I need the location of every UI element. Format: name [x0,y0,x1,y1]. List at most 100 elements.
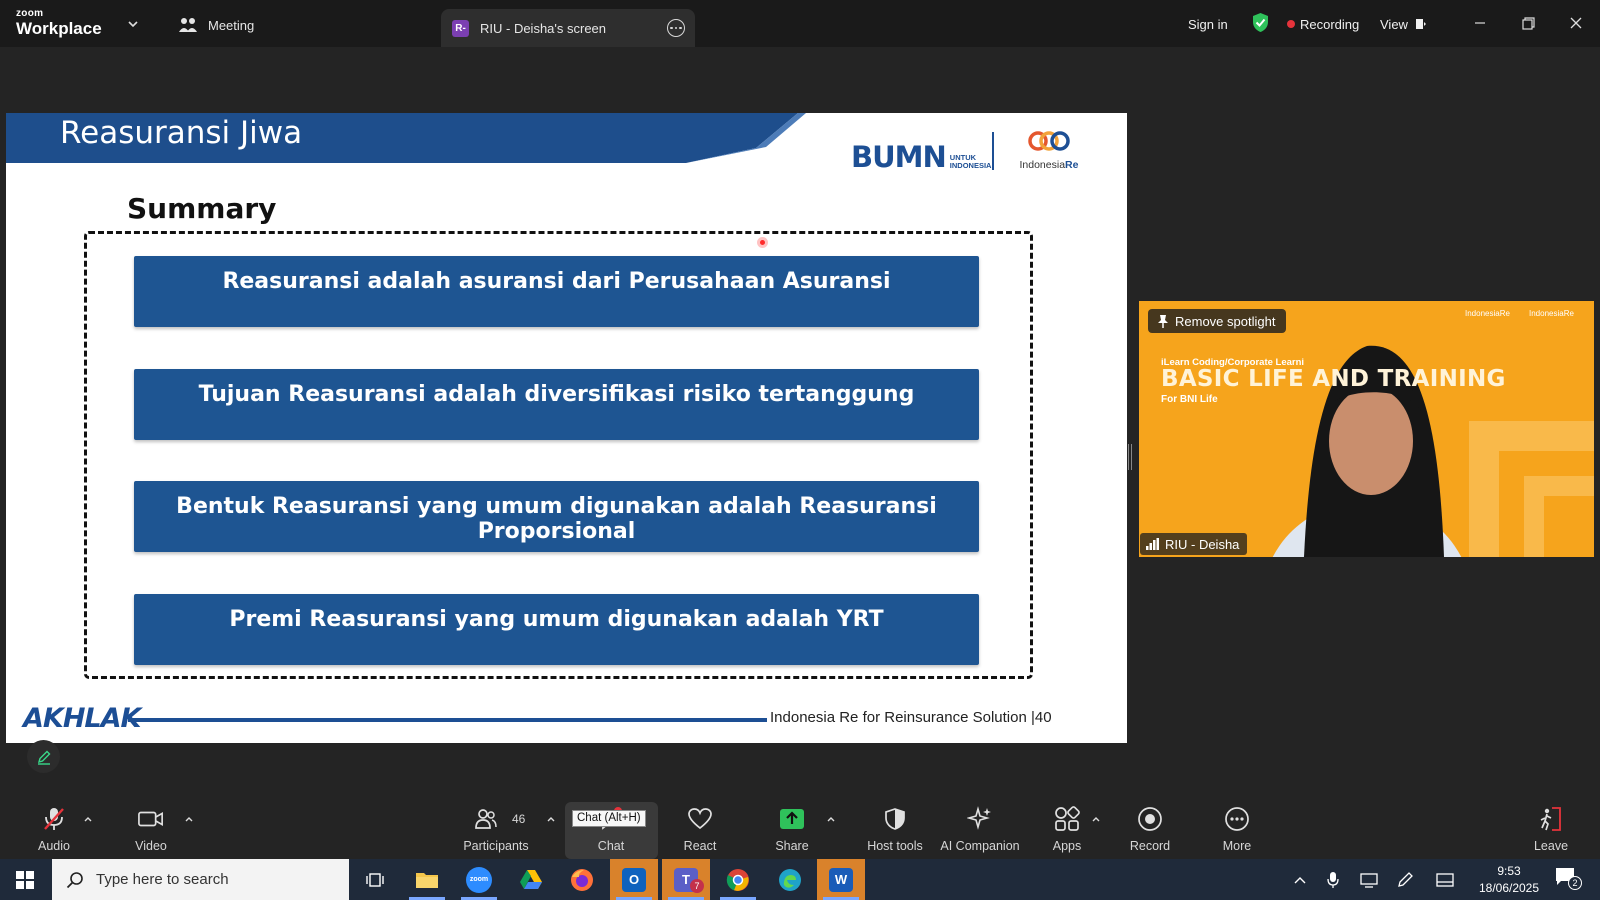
audio-button[interactable]: Audio [14,801,94,859]
more-options-icon[interactable] [667,19,685,37]
google-drive-icon [520,870,542,889]
recording-indicator[interactable]: Recording [1287,14,1359,34]
shield-icon [882,806,908,832]
share-screen-icon [779,806,805,832]
react-button[interactable]: React [660,801,740,859]
video-background-pattern [1272,345,1594,557]
annotate-button[interactable] [27,740,60,773]
search-icon [66,871,83,888]
video-options-caret-icon[interactable] [184,814,194,824]
taskbar-word[interactable]: W [817,859,865,900]
title-bar: zoom Workplace Meeting R- RIU - Deisha's… [0,0,1600,47]
video-button[interactable]: Video [111,801,191,859]
tray-network[interactable] [1356,859,1382,900]
share-button[interactable]: Share [752,801,832,859]
tab-shared-screen[interactable]: R- RIU - Deisha's screen [441,9,695,47]
start-button[interactable] [1,859,49,900]
close-icon [1570,17,1582,29]
tray-pen[interactable] [1392,859,1418,900]
indonesia-re-logo: IndonesiaRe [1006,130,1092,171]
participants-button[interactable]: 46 Participants [456,801,536,859]
taskbar-search-input[interactable]: Type here to search [52,859,349,900]
task-view-icon [366,872,384,887]
tab-meeting[interactable]: Meeting [178,14,254,36]
windows-taskbar: Type here to search zoom O T 7 W 9:53 18… [0,859,1600,900]
view-menu-button[interactable]: View [1380,14,1427,34]
meeting-people-icon [179,18,197,32]
notification-count: 2 [1568,876,1582,890]
notification-center-button[interactable]: 2 [1555,867,1582,892]
slide-page-number: |40 [1031,709,1052,726]
summary-item: Premi Reasuransi yang umum digunakan ada… [134,594,979,665]
taskbar-chrome[interactable] [714,859,762,900]
ellipsis-icon [1224,806,1250,832]
close-button[interactable] [1564,11,1588,35]
taskbar-google-drive[interactable] [507,859,555,900]
chevron-up-icon [1294,876,1306,883]
recording-dot-icon [1287,20,1295,28]
word-icon: W [829,867,853,892]
participants-icon [473,806,499,832]
panel-resize-handle[interactable] [1128,444,1132,470]
slide-footer: Indonesia Re for Reinsurance Solution |4… [770,709,1052,726]
record-button[interactable]: Record [1110,801,1190,859]
background-logo: IndonesiaRe [1465,309,1510,318]
minimize-icon [1475,22,1485,24]
chat-tooltip: Chat (Alt+H) [572,810,646,827]
edge-icon [779,868,801,891]
display-icon [1436,872,1454,887]
taskbar-clock[interactable]: 9:53 18/06/2025 [1470,863,1548,897]
tab-shared-screen-label: RIU - Deisha's screen [480,20,607,36]
microphone-muted-icon [41,806,67,832]
background-title: BASIC LIFE AND TRAINING [1161,366,1506,392]
chevron-down-icon[interactable] [126,17,140,31]
background-subtitle: For BNI Life [1161,394,1218,405]
apps-button[interactable]: Apps [1027,801,1107,859]
task-view-button[interactable] [351,859,399,900]
share-options-caret-icon[interactable] [826,814,836,824]
more-button[interactable]: More [1197,801,1277,859]
leave-button[interactable]: Leave [1511,801,1591,859]
windows-logo-icon [16,870,34,889]
folder-icon [416,872,438,888]
taskbar-teams[interactable]: T 7 [662,859,710,900]
restore-button[interactable] [1516,11,1540,35]
taskbar-edge[interactable] [766,859,814,900]
participant-name-tag: RIU - Deisha [1140,533,1248,555]
presenter-avatar: R- [452,19,469,37]
remove-spotlight-button[interactable]: Remove spotlight [1148,309,1287,333]
sign-in-link[interactable]: Sign in [1188,14,1228,34]
participants-count: 46 [512,812,526,826]
zoom-window: zoom Workplace Meeting R- RIU - Deisha's… [0,0,1600,900]
summary-item: Reasuransi adalah asuransi dari Perusaha… [134,256,979,327]
microphone-icon [1327,871,1339,888]
chrome-icon [726,868,749,891]
taskbar-outlook[interactable]: O [610,859,658,900]
taskbar-firefox[interactable] [558,859,606,900]
ai-companion-button[interactable]: AI Companion [930,801,1030,859]
logo-divider [992,132,994,170]
restore-icon [1521,16,1535,30]
apps-icon [1054,806,1080,832]
audio-options-caret-icon[interactable] [83,814,93,824]
shield-check-icon[interactable] [1251,12,1270,33]
zoom-workplace-logo: zoom Workplace [16,8,102,38]
pin-icon [1158,315,1168,328]
footer-divider [128,718,767,722]
taskbar-zoom[interactable]: zoom [455,859,503,900]
tray-show-hidden[interactable] [1287,859,1313,900]
minimize-button[interactable] [1468,11,1492,35]
summary-heading: Summary [127,192,277,225]
taskbar-file-explorer[interactable] [403,859,451,900]
teams-badge: 7 [690,879,704,893]
tray-display[interactable] [1432,859,1458,900]
participants-options-caret-icon[interactable] [546,814,556,824]
zoom-app-icon: zoom [466,866,492,893]
summary-item: Tujuan Reasuransi adalah diversifikasi r… [134,369,979,440]
tray-microphone[interactable] [1320,859,1346,900]
firefox-icon [571,868,593,891]
apps-options-caret-icon[interactable] [1091,814,1101,824]
spotlight-video-tile[interactable]: iLearn Coding/Corporate Learni BASIC LIF… [1139,301,1594,557]
slide-title: Reasuransi Jiwa [60,115,303,151]
sparkle-icon [967,806,993,832]
